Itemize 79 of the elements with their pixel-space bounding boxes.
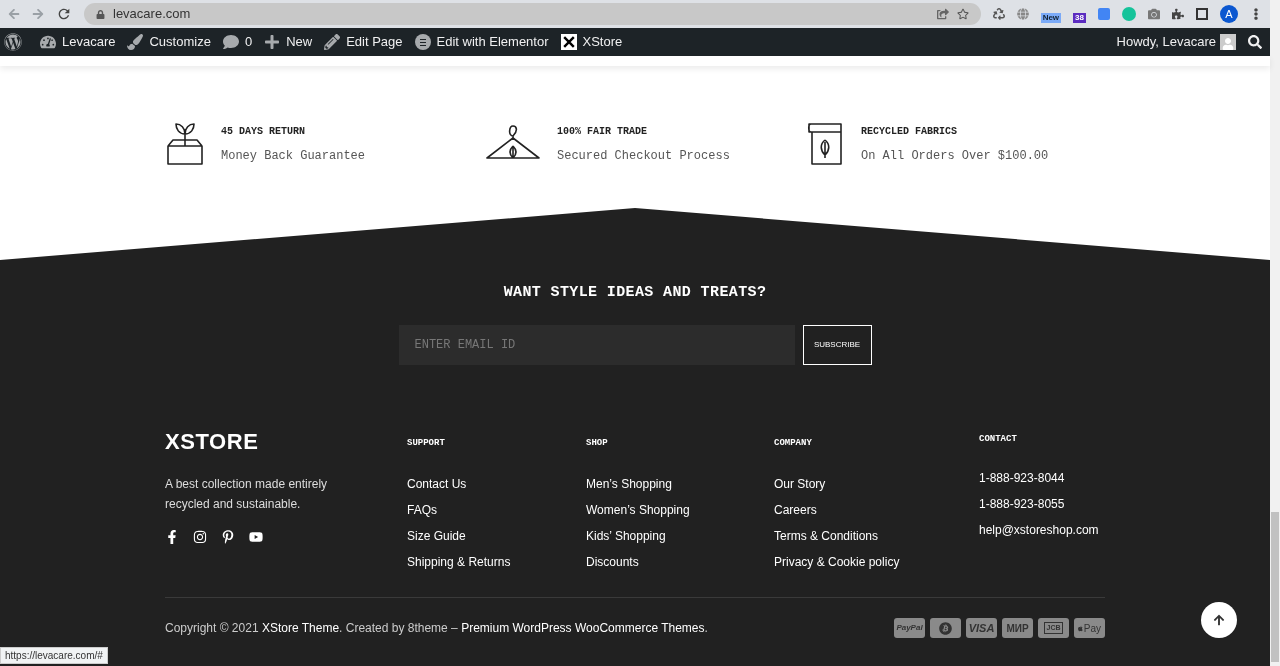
apple-pay-card: Pay	[1074, 618, 1105, 638]
globe-icon[interactable]	[1016, 8, 1029, 20]
footer-link[interactable]: Kids’ Shopping	[586, 527, 774, 545]
feature-subtitle: On All Orders Over $100.00	[861, 147, 1049, 165]
plant-box-icon	[165, 122, 205, 166]
plus-icon	[264, 34, 281, 50]
admin-bar-item[interactable]: Customize	[121, 32, 217, 52]
footer-link[interactable]: Contact Us	[407, 475, 586, 493]
footer-link[interactable]: Privacy & Cookie policy	[774, 553, 979, 571]
extension-badge[interactable]: New	[1040, 13, 1062, 23]
footer-link[interactable]: Terms & Conditions	[774, 527, 979, 545]
pencil-icon	[324, 34, 341, 50]
subscribe-button[interactable]: SUBSCRIBE	[802, 324, 872, 365]
email-field[interactable]: ENTER EMAIL ID	[398, 324, 795, 365]
column-title: SHOP	[586, 436, 609, 450]
comment-icon	[222, 34, 239, 50]
mir-card: МИР	[1002, 618, 1033, 638]
copyright-text: Copyright © 2021 XStore Theme. Created by 8theme – Premium WordPress WooCommerce Themes.	[165, 620, 708, 637]
footer-link[interactable]: FAQs	[407, 501, 586, 519]
youtube-icon[interactable]	[249, 529, 263, 544]
elementor-icon	[414, 34, 431, 50]
instagram-icon[interactable]	[193, 529, 207, 544]
footer-logo[interactable]: XSTORE	[165, 424, 407, 458]
status-bar-url: https://levacare.com/#	[0, 647, 108, 664]
search-icon[interactable]	[1248, 35, 1262, 49]
footer-link[interactable]: Shipping & Returns	[407, 553, 586, 571]
facebook-icon[interactable]	[165, 529, 179, 544]
newsletter-heading: WANT STYLE IDEAS AND TREATS?	[503, 283, 767, 303]
x-logo-icon	[560, 34, 577, 50]
paypal-card: PayPal	[894, 618, 925, 638]
profile-avatar[interactable]: A	[1220, 5, 1238, 23]
extension-badge[interactable]: 38	[1073, 13, 1086, 23]
side-panel-icon[interactable]	[1196, 8, 1208, 20]
footer-link[interactable]: Men’s Shopping	[586, 475, 774, 493]
footer-link[interactable]: Discounts	[586, 553, 774, 571]
bookmark-star-icon[interactable]	[956, 8, 969, 20]
bitcoin-icon	[939, 621, 952, 635]
pinterest-icon[interactable]	[221, 529, 235, 544]
scrollbar[interactable]	[1270, 0, 1280, 666]
footer-link[interactable]: Size Guide	[407, 527, 586, 545]
feature-title: RECYCLED FABRICS	[861, 124, 958, 139]
footer-link[interactable]: Our Story	[774, 475, 979, 493]
camera-icon[interactable]	[1148, 8, 1160, 20]
apple-icon	[1078, 623, 1083, 633]
admin-bar-item[interactable]: Levacare	[34, 32, 122, 52]
share-icon[interactable]	[936, 8, 949, 20]
admin-bar-item[interactable]: XStore	[554, 32, 629, 52]
dashboard-icon	[40, 34, 56, 50]
contact-link[interactable]: 1-888-923-8044	[979, 469, 1099, 487]
feature-subtitle: Money Back Guarantee	[221, 147, 366, 165]
fabric-roll-icon	[805, 122, 845, 166]
feature-subtitle: Secured Checkout Process	[557, 147, 730, 165]
arrow-up-icon	[1213, 614, 1225, 626]
howdy-link[interactable]: Howdy, Levacare	[1116, 32, 1216, 52]
contact-link[interactable]: 1-888-923-8055	[979, 495, 1099, 513]
admin-bar-item[interactable]: Edit Page	[318, 32, 409, 52]
column-title: CONTACT	[979, 432, 1018, 446]
contact-link[interactable]: help@xstoreshop.com	[979, 521, 1099, 539]
admin-bar-item[interactable]: Edit with Elementor	[408, 32, 555, 52]
footer-link[interactable]: Careers	[774, 501, 979, 519]
visa-card: VISA	[966, 618, 997, 638]
footer-link[interactable]: Women’s Shopping	[586, 501, 774, 519]
column-title: COMPANY	[774, 436, 813, 450]
brush-icon	[127, 34, 144, 50]
user-avatar	[1220, 34, 1236, 50]
address-bar[interactable]: levacare.com	[84, 3, 981, 25]
brand-description: A best collection made entirely recycled and sustainable.	[165, 475, 329, 513]
extensions-icon[interactable]	[1172, 8, 1184, 20]
scroll-top-button[interactable]	[1201, 602, 1237, 638]
wordpress-icon[interactable]	[4, 33, 22, 51]
recycle-icon[interactable]	[992, 8, 1005, 20]
url-text: levacare.com	[113, 5, 192, 24]
feature-title: 100% FAIR TRADE	[557, 124, 648, 139]
reload-icon[interactable]	[56, 6, 72, 22]
admin-bar-item[interactable]: New	[258, 32, 319, 52]
column-title: SUPPORT	[407, 436, 446, 450]
feature-title: 45 DAYS RETURN	[221, 124, 306, 139]
lock-icon	[96, 9, 105, 19]
admin-bar-item[interactable]: 0	[216, 32, 259, 52]
